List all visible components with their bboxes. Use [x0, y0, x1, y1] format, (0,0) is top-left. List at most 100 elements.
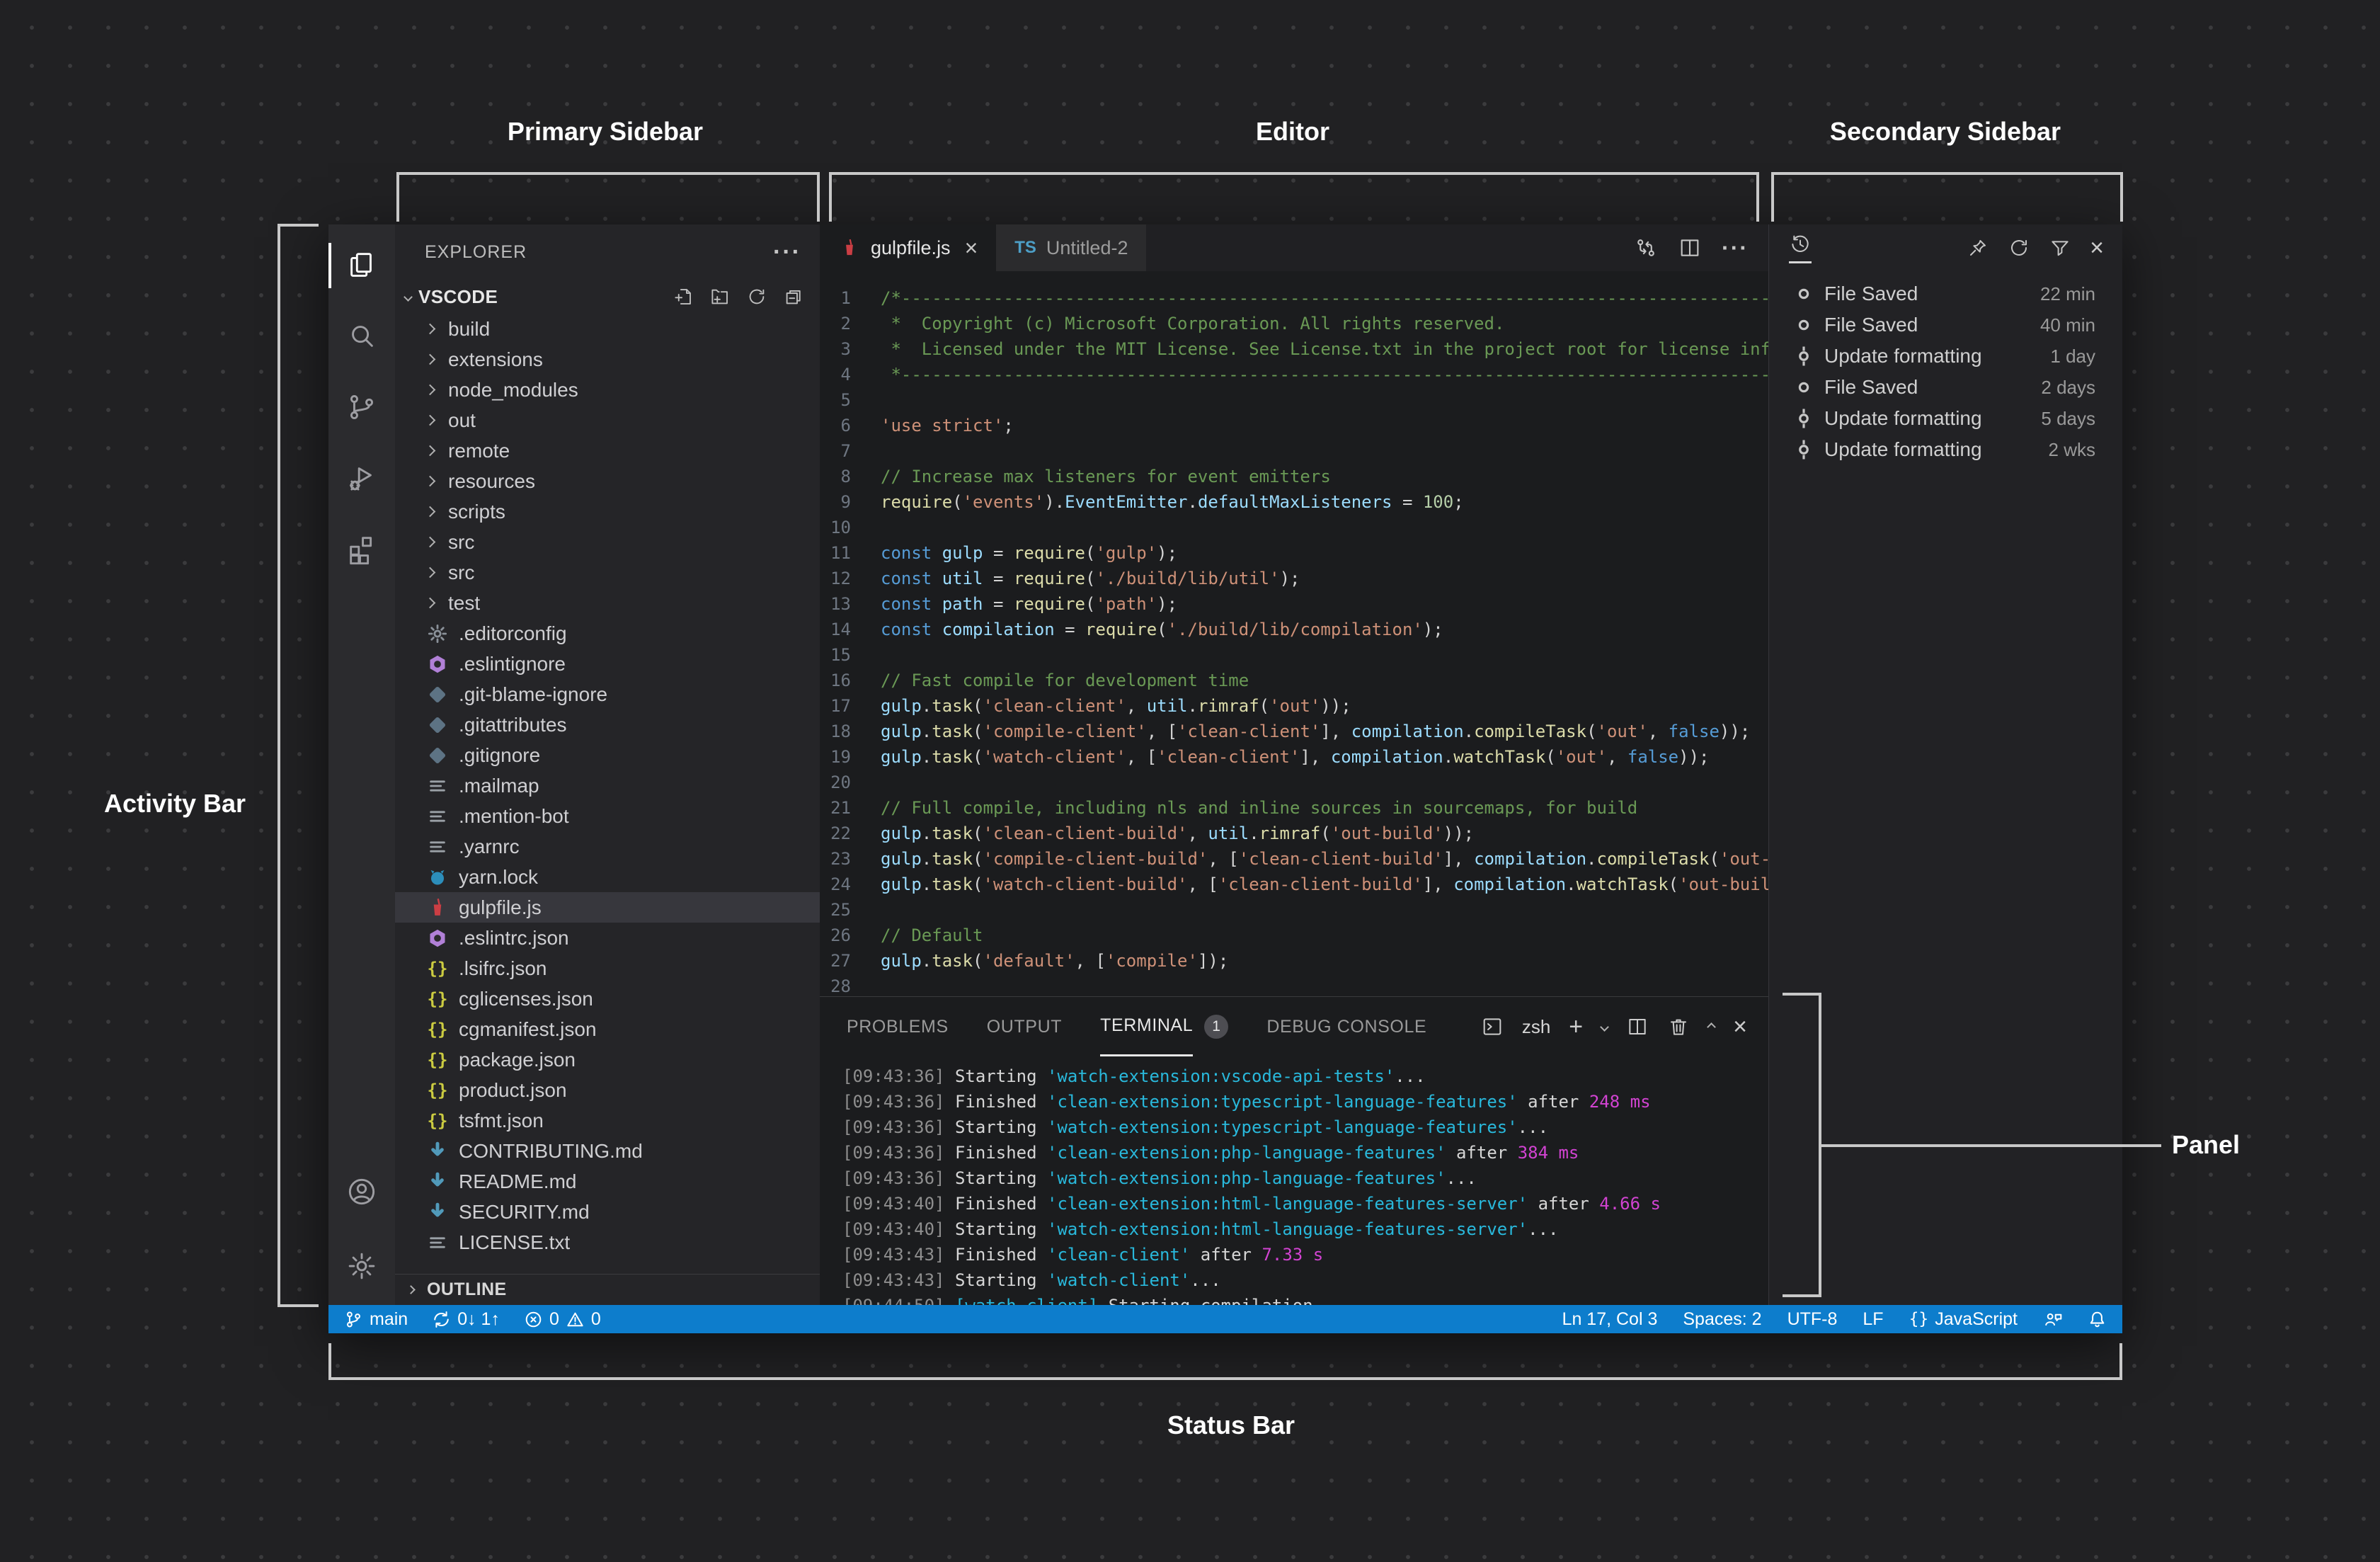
panel-tab-problems[interactable]: PROBLEMS	[847, 997, 949, 1056]
problems-status[interactable]: 0 0	[524, 1309, 601, 1330]
tree-item-.editorconfig[interactable]: .editorconfig	[395, 618, 820, 649]
tree-item-test[interactable]: test	[395, 588, 820, 618]
tree-item-src[interactable]: src	[395, 527, 820, 557]
primary-sidebar: EXPLORER ··· VSCODE build extensions node_…	[395, 224, 820, 1305]
tree-item-gulpfile.js[interactable]: gulpfile.js	[395, 892, 820, 923]
source-control-icon[interactable]	[328, 372, 395, 443]
tree-item-.eslintignore[interactable]: .eslintignore	[395, 649, 820, 679]
account-icon[interactable]	[328, 1156, 395, 1227]
tree-item-remote[interactable]: remote	[395, 435, 820, 466]
split-editor-icon[interactable]	[1678, 236, 1702, 260]
ellipsis-icon[interactable]: ···	[1722, 235, 1749, 261]
tree-item-LICENSE.txt[interactable]: LICENSE.txt	[395, 1227, 820, 1258]
close-icon[interactable]: ×	[965, 235, 978, 261]
panel-tab-terminal[interactable]: TERMINAL 1	[1100, 997, 1229, 1056]
chevron-down-icon[interactable]	[1600, 1022, 1610, 1032]
tree-item-.mailmap[interactable]: .mailmap	[395, 770, 820, 801]
terminal-output[interactable]: [09:43:36] Starting 'watch-extension:vsc…	[820, 1056, 1768, 1305]
refresh-icon[interactable]	[746, 286, 767, 307]
split-terminal-icon[interactable]	[1626, 1015, 1649, 1038]
tree-item-.mention-bot[interactable]: .mention-bot	[395, 801, 820, 831]
close-icon[interactable]: ×	[2090, 236, 2104, 260]
tree-item-.lsifrc.json[interactable]: {} .lsifrc.json	[395, 953, 820, 984]
timeline-item-5[interactable]: Update formatting 5 days	[1769, 403, 2122, 434]
outline-section[interactable]: OUTLINE	[395, 1274, 820, 1305]
section-header-vscode[interactable]: VSCODE	[395, 280, 820, 314]
encoding[interactable]: UTF-8	[1787, 1309, 1838, 1330]
tree-item-package.json[interactable]: {} package.json	[395, 1044, 820, 1075]
collapse-all-icon[interactable]	[783, 286, 804, 307]
panel-tab-debug-console[interactable]: DEBUG CONSOLE	[1266, 997, 1426, 1056]
timeline-item-6[interactable]: Update formatting 2 wks	[1769, 434, 2122, 465]
tree-item-.gitignore[interactable]: .gitignore	[395, 740, 820, 770]
new-folder-icon[interactable]	[709, 286, 731, 307]
panel-tab-output[interactable]: OUTPUT	[987, 997, 1062, 1056]
tab-untitled-2[interactable]: TS Untitled-2	[996, 224, 1147, 271]
eol[interactable]: LF	[1863, 1309, 1883, 1330]
tree-item-product.json[interactable]: {} product.json	[395, 1075, 820, 1105]
settings-gear-icon[interactable]	[328, 1227, 395, 1305]
git-commit-icon	[1793, 346, 1814, 367]
terminal-line-5: [09:43:36] Starting 'watch-extension:php…	[842, 1168, 1477, 1188]
new-file-icon[interactable]	[673, 286, 694, 307]
filter-icon[interactable]	[2049, 236, 2071, 260]
sync-status[interactable]: 0↓ 1↑	[432, 1309, 500, 1330]
timeline-item-3[interactable]: Update formatting 1 day	[1769, 341, 2122, 372]
pin-icon[interactable]	[1967, 236, 1989, 260]
secondary-sidebar: × File Saved 22 min File Saved 40 min Update…	[1768, 224, 2122, 1305]
braces-icon: {}	[1909, 1310, 1929, 1328]
history-icon[interactable]	[1789, 233, 1812, 263]
code-line-2: 2 * Copyright (c) Microsoft Corporation.…	[840, 314, 1505, 334]
notifications-status[interactable]	[2088, 1310, 2107, 1329]
terminal-icon[interactable]	[1481, 1015, 1504, 1038]
chevron-down-icon	[404, 292, 413, 302]
open-changes-icon[interactable]	[1634, 236, 1658, 260]
language-mode[interactable]: {} JavaScript	[1909, 1309, 2018, 1330]
indentation[interactable]: Spaces: 2	[1683, 1309, 1761, 1330]
tree-item-cglicenses.json[interactable]: {} cglicenses.json	[395, 984, 820, 1014]
tree-item-resources[interactable]: resources	[395, 466, 820, 496]
tree-item-.eslintrc.json[interactable]: .eslintrc.json	[395, 923, 820, 953]
tree-item-src[interactable]: src	[395, 557, 820, 588]
timeline-item-4[interactable]: File Saved 2 days	[1769, 372, 2122, 403]
search-icon[interactable]	[328, 301, 395, 372]
code-line-3: 3 * Licensed under the MIT License. See …	[840, 339, 1768, 359]
branch-status[interactable]: main	[344, 1309, 408, 1330]
tree-item-README.md[interactable]: README.md	[395, 1166, 820, 1197]
tree-item-SECURITY.md[interactable]: SECURITY.md	[395, 1197, 820, 1227]
tree-item-node_modules[interactable]: node_modules	[395, 375, 820, 405]
tree-item-yarn.lock[interactable]: yarn.lock	[395, 862, 820, 892]
tab-gulpfile[interactable]: gulpfile.js ×	[820, 224, 997, 271]
tree-item-scripts[interactable]: scripts	[395, 496, 820, 527]
feedback-status[interactable]	[2043, 1310, 2062, 1329]
tree-item-.git-blame-ignore[interactable]: .git-blame-ignore	[395, 679, 820, 709]
code-line-19: 19 gulp.task('watch-client', ['clean-clie…	[830, 747, 1710, 767]
close-icon[interactable]: ×	[1733, 1015, 1747, 1039]
tree-item-.yarnrc[interactable]: .yarnrc	[395, 831, 820, 862]
timeline-item-1[interactable]: File Saved 22 min	[1769, 278, 2122, 309]
files-icon[interactable]	[328, 230, 395, 301]
add-icon[interactable]: +	[1569, 1015, 1583, 1039]
tree-item-tsfmt.json[interactable]: {} tsfmt.json	[395, 1105, 820, 1136]
timeline-item-2[interactable]: File Saved 40 min	[1769, 309, 2122, 341]
tree-item-build[interactable]: build	[395, 314, 820, 344]
tree-item-extensions[interactable]: extensions	[395, 344, 820, 375]
refresh-icon[interactable]	[2008, 236, 2030, 260]
chevron-up-icon[interactable]	[1707, 1022, 1717, 1032]
trash-icon[interactable]	[1667, 1015, 1690, 1038]
extensions-icon[interactable]	[328, 513, 395, 584]
tree-item-.gitattributes[interactable]: .gitattributes	[395, 709, 820, 740]
tree-item-CONTRIBUTING.md[interactable]: CONTRIBUTING.md	[395, 1136, 820, 1166]
run-debug-icon[interactable]	[328, 443, 395, 513]
bracket-primary-sidebar	[396, 172, 820, 222]
terminal-line-2: [09:43:36] Finished 'clean-extension:typ…	[842, 1092, 1651, 1112]
code-line-5: 5	[840, 390, 851, 410]
tree-item-out[interactable]: out	[395, 405, 820, 435]
ellipsis-icon[interactable]: ···	[773, 239, 801, 266]
chevron-right-icon	[424, 384, 436, 396]
cursor-position[interactable]: Ln 17, Col 3	[1562, 1309, 1658, 1330]
md-icon	[426, 1141, 449, 1162]
tree-item-cgmanifest.json[interactable]: {} cgmanifest.json	[395, 1014, 820, 1044]
code-editor[interactable]: 1/*-------------------------------------…	[820, 271, 1768, 996]
tab-label: gulpfile.js	[871, 236, 951, 258]
